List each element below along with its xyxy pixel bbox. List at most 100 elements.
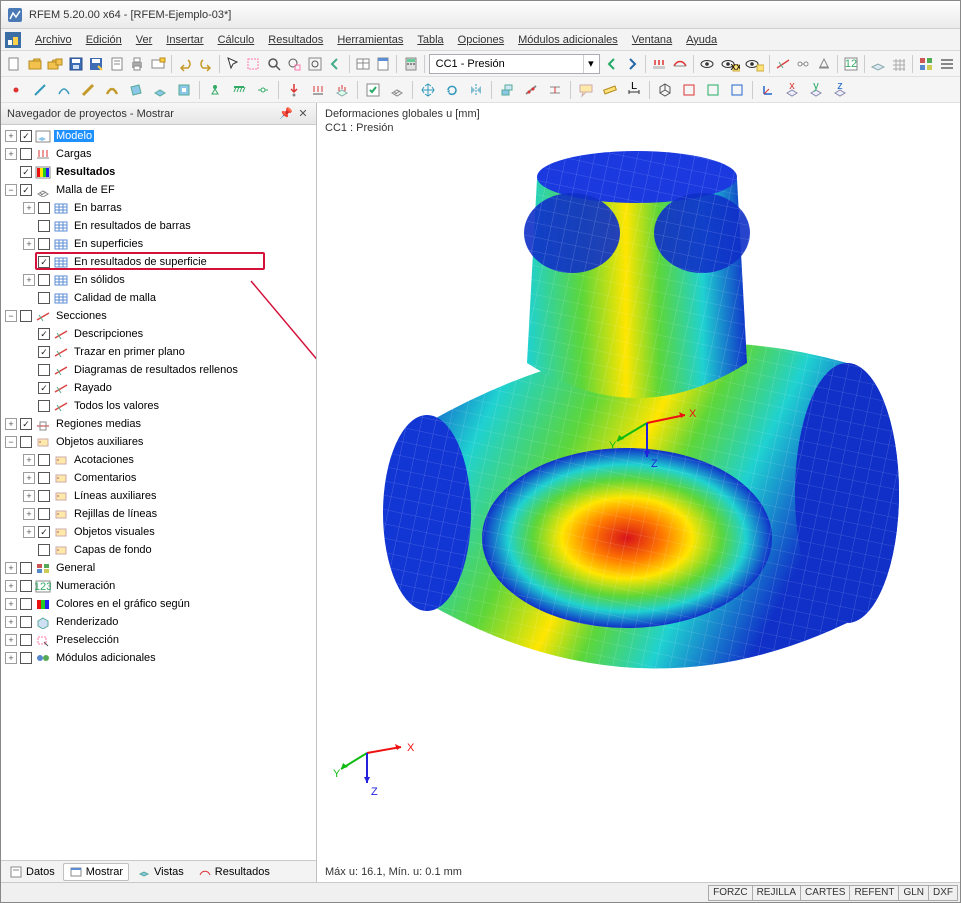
- loadcase-combo[interactable]: CC1 - Presión ▾: [429, 54, 601, 74]
- modules-menu-icon[interactable]: [937, 53, 956, 75]
- tree-label[interactable]: En resultados de barras: [72, 220, 193, 232]
- tree-node[interactable]: +En superficies: [1, 235, 316, 253]
- status-rejilla[interactable]: REJILLA: [752, 885, 801, 901]
- tree-node[interactable]: +Módulos adicionales: [1, 649, 316, 667]
- find-icon[interactable]: [265, 53, 284, 75]
- status-gln[interactable]: GLN: [898, 885, 929, 901]
- tree-node[interactable]: +Líneas auxiliares: [1, 487, 316, 505]
- tree-label[interactable]: Descripciones: [72, 328, 145, 340]
- tree-label[interactable]: Objetos visuales: [72, 526, 157, 538]
- save-icon[interactable]: [67, 53, 86, 75]
- surface-quad-icon[interactable]: [149, 79, 171, 101]
- select-rect-icon[interactable]: [244, 53, 263, 75]
- rotate-icon[interactable]: [441, 79, 463, 101]
- eye-dots-icon[interactable]: [743, 53, 765, 75]
- chevron-down-icon[interactable]: ▾: [583, 55, 597, 73]
- tree-label[interactable]: En superficies: [72, 238, 145, 250]
- tree-node[interactable]: Calidad de malla: [1, 289, 316, 307]
- checkbox[interactable]: [38, 454, 50, 466]
- expander-icon[interactable]: +: [5, 598, 17, 610]
- status-refent[interactable]: REFENT: [849, 885, 899, 901]
- tree-label[interactable]: Cargas: [54, 148, 93, 160]
- save-as-icon[interactable]: [87, 53, 106, 75]
- tree-label[interactable]: Modelo: [54, 130, 94, 142]
- checkbox[interactable]: [38, 472, 50, 484]
- member-icon[interactable]: [77, 79, 99, 101]
- checkbox[interactable]: [20, 616, 32, 628]
- checkbox[interactable]: [38, 202, 50, 214]
- dim-icon[interactable]: L: [623, 79, 645, 101]
- checkbox[interactable]: [20, 148, 32, 160]
- expander-icon[interactable]: +: [23, 454, 35, 466]
- member-arc-icon[interactable]: [101, 79, 123, 101]
- tab-mostrar[interactable]: Mostrar: [63, 863, 129, 881]
- checkbox[interactable]: [20, 310, 32, 322]
- redo-icon[interactable]: [196, 53, 215, 75]
- select-icon[interactable]: [224, 53, 243, 75]
- view-x-icon[interactable]: [678, 79, 700, 101]
- connect-icon[interactable]: [544, 79, 566, 101]
- tree-node[interactable]: +Renderizado: [1, 613, 316, 631]
- checkbox[interactable]: ✓: [38, 328, 50, 340]
- tree-label[interactable]: Calidad de malla: [72, 292, 158, 304]
- menu-ver[interactable]: Ver: [130, 32, 159, 48]
- status-cartes[interactable]: CARTES: [800, 885, 850, 901]
- checkbox[interactable]: [38, 544, 50, 556]
- next-lc-icon[interactable]: [623, 53, 642, 75]
- tree-node[interactable]: +Colores en el gráfico según: [1, 595, 316, 613]
- tree-label[interactable]: Trazar en primer plano: [72, 346, 187, 358]
- eye-x-icon[interactable]: xx: [719, 53, 741, 75]
- checkbox[interactable]: [38, 508, 50, 520]
- release-icon[interactable]: [794, 53, 813, 75]
- tree-label[interactable]: Numeración: [54, 580, 117, 592]
- menu-ayuda[interactable]: Ayuda: [680, 32, 723, 48]
- checkbox[interactable]: [20, 652, 32, 664]
- tree-node[interactable]: −✓Malla de EF: [1, 181, 316, 199]
- tree-node[interactable]: +Cargas: [1, 145, 316, 163]
- arc-icon[interactable]: [53, 79, 75, 101]
- screenshot-icon[interactable]: [149, 53, 168, 75]
- tree-node[interactable]: ✓ Descripciones: [1, 325, 316, 343]
- checkbox[interactable]: ✓: [38, 526, 50, 538]
- view-y-icon[interactable]: [702, 79, 724, 101]
- node-icon[interactable]: [5, 79, 27, 101]
- menu-ventana[interactable]: Ventana: [626, 32, 678, 48]
- tree-node[interactable]: +✓Regiones medias: [1, 415, 316, 433]
- nodal-load-icon[interactable]: [283, 79, 305, 101]
- tree-node[interactable]: ✓Rayado: [1, 379, 316, 397]
- expander-icon[interactable]: +: [5, 130, 17, 142]
- tree-node[interactable]: +123Numeración: [1, 577, 316, 595]
- pin-icon[interactable]: 📌: [279, 107, 293, 121]
- tree-node[interactable]: +Acotaciones: [1, 451, 316, 469]
- expander-icon[interactable]: +: [23, 472, 35, 484]
- tree-label[interactable]: Preselección: [54, 634, 121, 646]
- tree-label[interactable]: En barras: [72, 202, 124, 214]
- expander-icon[interactable]: +: [5, 634, 17, 646]
- tree-node[interactable]: + Preselección: [1, 631, 316, 649]
- menu-herramientas[interactable]: Herramientas: [331, 32, 409, 48]
- tree-label[interactable]: General: [54, 562, 97, 574]
- expander-icon[interactable]: +: [5, 652, 17, 664]
- expander-icon[interactable]: +: [23, 508, 35, 520]
- menu-resultados[interactable]: Resultados: [262, 32, 329, 48]
- tree-node[interactable]: ✓Resultados: [1, 163, 316, 181]
- check-model-icon[interactable]: [362, 79, 384, 101]
- viewport[interactable]: Deformaciones globales u [mm] CC1 : Pres…: [317, 103, 960, 882]
- expander-icon[interactable]: +: [5, 562, 17, 574]
- tab-resultados[interactable]: Resultados: [192, 863, 276, 881]
- tree-label[interactable]: En sólidos: [72, 274, 127, 286]
- wp-xz-icon[interactable]: z: [829, 79, 851, 101]
- tree-label[interactable]: Secciones: [54, 310, 109, 322]
- support-icon[interactable]: [814, 53, 833, 75]
- calculate-icon[interactable]: [401, 53, 420, 75]
- tree-label[interactable]: Objetos auxiliares: [54, 436, 145, 448]
- menu-tabla[interactable]: Tabla: [411, 32, 449, 48]
- checkbox[interactable]: ✓: [38, 346, 50, 358]
- hinge-icon[interactable]: [252, 79, 274, 101]
- menu-archivo[interactable]: Archivo: [29, 32, 78, 48]
- view-z-icon[interactable]: [726, 79, 748, 101]
- print-layout-icon[interactable]: [108, 53, 127, 75]
- mesh-gen-icon[interactable]: [386, 79, 408, 101]
- menu-edicion[interactable]: Edición: [80, 32, 128, 48]
- checkbox[interactable]: [38, 274, 50, 286]
